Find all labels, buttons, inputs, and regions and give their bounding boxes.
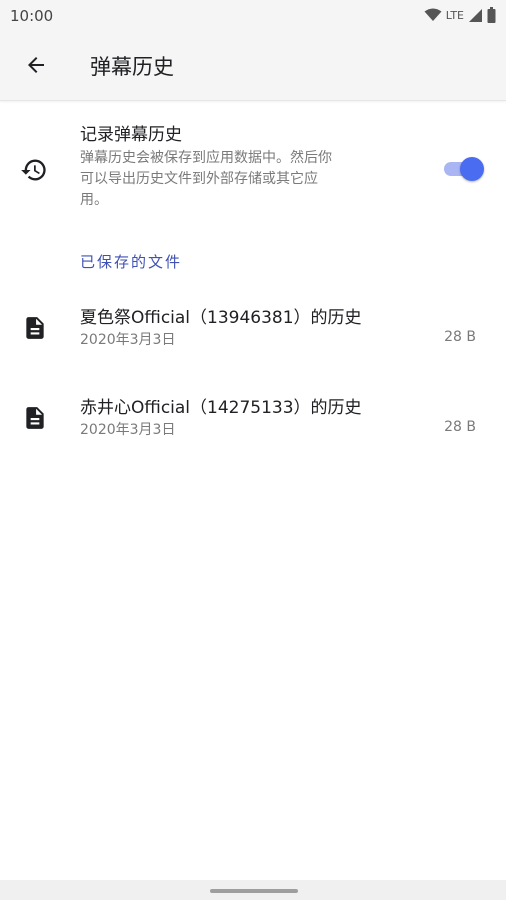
toggle-thumb bbox=[460, 157, 484, 181]
file-size: 28 B bbox=[444, 419, 476, 435]
setting-description-line: 用。 bbox=[80, 192, 108, 208]
navigation-bar bbox=[0, 880, 506, 900]
file-name: 夏色祭Official（13946381）的历史 bbox=[80, 308, 362, 328]
file-list-item[interactable]: 夏色祭Official（13946381）的历史 2020年3月3日 28 B bbox=[0, 287, 506, 367]
setting-title: 记录弹幕历史 bbox=[80, 125, 182, 145]
app-bar: 弹幕历史 bbox=[0, 30, 506, 101]
record-history-setting[interactable]: 记录弹幕历史 弹幕历史会被保存到应用数据中。然后你 可以导出历史文件到外部存储或… bbox=[0, 112, 506, 222]
setting-description: 弹幕历史会被保存到应用数据中。然后你 可以导出历史文件到外部存储或其它应 用。 bbox=[80, 148, 400, 211]
history-icon bbox=[21, 159, 46, 181]
status-time: 10:00 bbox=[10, 7, 54, 25]
file-document-icon bbox=[26, 407, 44, 429]
status-icons: LTE bbox=[424, 6, 496, 24]
signal-icon bbox=[469, 8, 482, 22]
status-bar: 10:00 LTE bbox=[0, 0, 506, 30]
arrow-back-icon bbox=[28, 57, 44, 73]
file-date: 2020年3月3日 bbox=[80, 332, 176, 348]
file-name: 赤井心Official（14275133）的历史 bbox=[80, 398, 362, 418]
setting-description-line: 可以导出历史文件到外部存储或其它应 bbox=[80, 171, 318, 187]
file-document-icon bbox=[26, 317, 44, 339]
page-title: 弹幕历史 bbox=[90, 55, 174, 79]
saved-files-header: 已保存的文件 bbox=[80, 253, 183, 271]
file-date: 2020年3月3日 bbox=[80, 422, 176, 438]
file-size: 28 B bbox=[444, 329, 476, 345]
wifi-icon bbox=[424, 8, 442, 21]
record-history-toggle[interactable] bbox=[444, 157, 484, 181]
home-gesture-handle[interactable] bbox=[210, 889, 298, 893]
battery-icon bbox=[487, 7, 496, 23]
setting-description-line: 弹幕历史会被保存到应用数据中。然后你 bbox=[80, 150, 332, 166]
file-list-item[interactable]: 赤井心Official（14275133）的历史 2020年3月3日 28 B bbox=[0, 377, 506, 457]
back-button[interactable] bbox=[14, 43, 58, 87]
network-type-label: LTE bbox=[445, 8, 464, 22]
